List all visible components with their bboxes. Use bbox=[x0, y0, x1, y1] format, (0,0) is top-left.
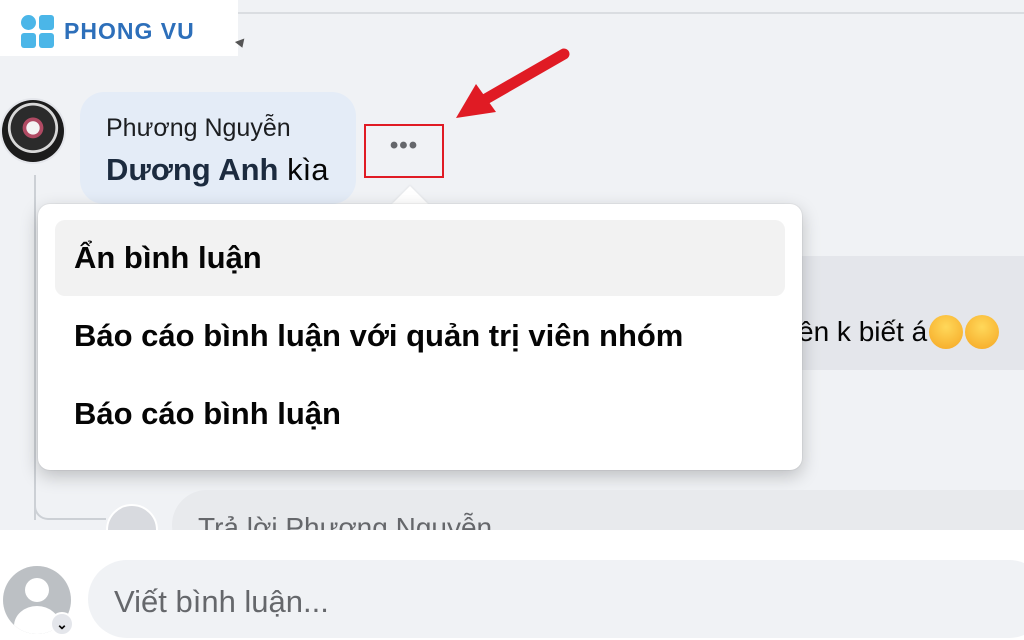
comment-author[interactable]: Phương Nguyễn bbox=[106, 114, 291, 143]
thread-line bbox=[34, 175, 36, 520]
comment-bubble: Phương Nguyễn Dương Anh kìa bbox=[80, 92, 356, 204]
divider bbox=[238, 12, 1024, 14]
more-options-button[interactable]: ••• bbox=[364, 124, 444, 178]
comment-input-placeholder: Viết bình luận... bbox=[114, 584, 329, 619]
comment-options-menu: Ẩn bình luận Báo cáo bình luận với quản … bbox=[38, 204, 802, 470]
logo-mark bbox=[21, 15, 57, 51]
comment-text: Dương Anh kìa bbox=[106, 152, 328, 188]
menu-item-report-to-admins[interactable]: Báo cáo bình luận với quản trị viên nhóm bbox=[55, 298, 785, 374]
reply-avatar bbox=[106, 504, 158, 530]
more-icon: ••• bbox=[389, 132, 419, 159]
comment-input[interactable]: Viết bình luận... bbox=[88, 560, 1024, 638]
comment-mention[interactable]: Dương Anh bbox=[106, 152, 278, 187]
menu-item-hide-comment[interactable]: Ẩn bình luận bbox=[55, 220, 785, 296]
comment-body: kìa bbox=[278, 152, 329, 187]
menu-item-report-comment[interactable]: Báo cáo bình luận bbox=[55, 376, 785, 452]
reply-input[interactable]: Trả lời Phương Nguyễn... bbox=[172, 490, 1024, 530]
reply-placeholder: Trả lời Phương Nguyễn... bbox=[198, 512, 516, 530]
pleading-face-icon bbox=[965, 314, 1000, 349]
author-avatar[interactable] bbox=[2, 100, 64, 162]
menu-caret bbox=[392, 186, 428, 204]
reply-row: Trả lời Phương Nguyễn... bbox=[0, 488, 1024, 530]
phongvu-watermark: PHONG VU bbox=[0, 0, 238, 56]
annotation-arrow-icon bbox=[456, 48, 570, 118]
pleading-face-icon bbox=[929, 314, 964, 349]
background-comment-text: ên k biết á bbox=[798, 314, 1000, 351]
chevron-down-icon[interactable]: ⌄ bbox=[50, 612, 74, 636]
comment-composer: ⌄ Viết bình luận... bbox=[0, 530, 1024, 640]
logo-text: PHONG VU bbox=[64, 18, 195, 44]
